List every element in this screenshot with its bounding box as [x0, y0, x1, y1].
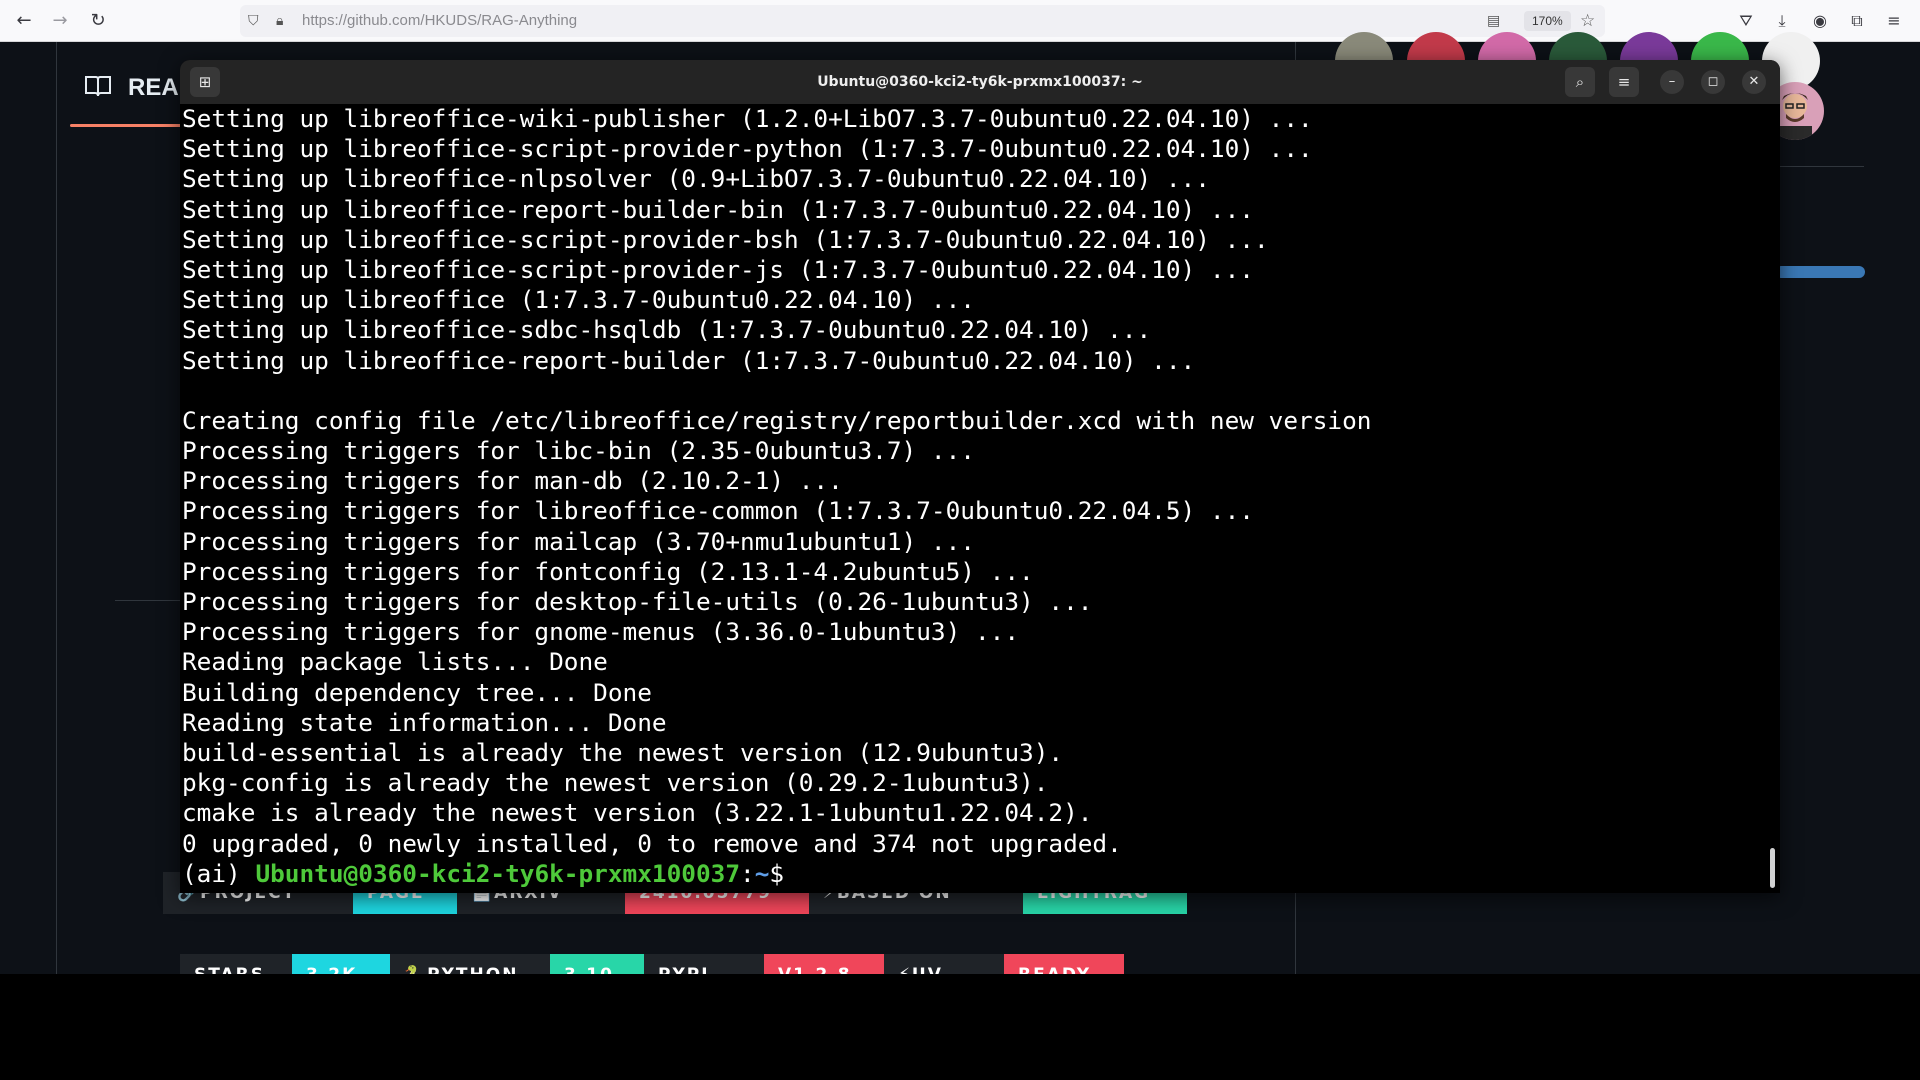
- shield-icon[interactable]: ⛉: [248, 5, 259, 37]
- terminal-line: Setting up libreoffice-report-builder-bi…: [182, 194, 1254, 224]
- terminal-line: Processing triggers for libreoffice-comm…: [182, 496, 1254, 526]
- terminal-line: cmake is already the newest version (3.2…: [182, 798, 1093, 828]
- terminal-line: Processing triggers for libc-bin (2.35-0…: [182, 436, 975, 466]
- hamburger-menu-icon[interactable]: ≡: [1609, 67, 1639, 97]
- forward-arrow-icon[interactable]: →: [48, 9, 72, 33]
- readme-tab-underline: [70, 124, 190, 127]
- terminal-line: Reading package lists... Done: [182, 647, 608, 677]
- lock-icon[interactable]: 🔒︎: [276, 5, 283, 37]
- terminal-line: Setting up libreoffice-wiki-publisher (1…: [182, 104, 1313, 133]
- zoom-level-badge[interactable]: 170%: [1524, 11, 1571, 31]
- terminal-line: Creating config file /etc/libreoffice/re…: [182, 405, 1372, 435]
- browser-toolbar: ← → ↻ ⛉ 🔒︎ https://github.com/HKUDS/RAG-…: [0, 0, 1920, 42]
- terminal-line: Processing triggers for gnome-menus (3.3…: [182, 617, 1020, 647]
- screen-bottom-area: [0, 974, 1920, 1080]
- prompt-path: ~: [754, 858, 770, 888]
- url-text[interactable]: https://github.com/HKUDS/RAG-Anything: [302, 5, 577, 37]
- terminal-line: pkg-config is already the newest version…: [182, 768, 1049, 798]
- search-icon[interactable]: ⌕: [1565, 67, 1595, 97]
- menu-icon[interactable]: ≡: [1882, 9, 1906, 33]
- terminal-headerbar[interactable]: ⊞ Ubuntu@0360-kci2-ty6k-prxmx100037: ~ ⌕…: [180, 60, 1780, 104]
- terminal-window[interactable]: ⊞ Ubuntu@0360-kci2-ty6k-prxmx100037: ~ ⌕…: [180, 60, 1780, 893]
- terminal-line: Setting up libreoffice-nlpsolver (0.9+Li…: [182, 164, 1210, 194]
- prompt-separator: :: [740, 858, 755, 888]
- terminal-line: Processing triggers for desktop-file-uti…: [182, 587, 1093, 616]
- terminal-line: Setting up libreoffice-sdbc-hsqldb (1:7.…: [182, 315, 1152, 345]
- terminal-line: Processing triggers for man-db (2.10.2-1…: [182, 466, 843, 496]
- extensions-icon[interactable]: ⧉: [1845, 9, 1869, 33]
- language-bar: [1775, 266, 1865, 278]
- prompt-user-host: Ubuntu@0360-kci2-ty6k-prxmx100037: [255, 858, 741, 888]
- terminal-line: Setting up libreoffice-script-provider-p…: [182, 134, 1313, 164]
- pocket-icon[interactable]: ⛛: [1734, 9, 1758, 33]
- terminal-line: build-essential is already the newest ve…: [182, 737, 1064, 767]
- back-arrow-icon[interactable]: ←: [12, 9, 36, 33]
- terminal-line: 0 upgraded, 0 newly installed, 0 to remo…: [182, 828, 1122, 858]
- maximize-icon[interactable]: ◻: [1701, 70, 1725, 94]
- terminal-line: Processing triggers for mailcap (3.70+nm…: [182, 526, 975, 556]
- divider: [115, 600, 180, 601]
- minimize-icon[interactable]: –: [1660, 70, 1684, 94]
- terminal-line: Setting up libreoffice-script-provider-b…: [182, 224, 1269, 254]
- terminal-title: Ubuntu@0360-kci2-ty6k-prxmx100037: ~: [817, 74, 1143, 90]
- divider: [1778, 166, 1864, 167]
- account-icon[interactable]: ◉: [1808, 9, 1832, 33]
- book-icon: [85, 76, 111, 97]
- prompt-symbol: $: [769, 858, 785, 888]
- terminal-line: Setting up libreoffice (1:7.3.7-0ubuntu0…: [182, 285, 975, 315]
- terminal-line: Setting up libreoffice-script-provider-j…: [182, 254, 1254, 284]
- terminal-scrollbar[interactable]: [1770, 848, 1775, 888]
- terminal-line: Processing triggers for fontconfig (2.13…: [182, 556, 1034, 586]
- prompt-env: (ai): [182, 858, 256, 888]
- download-icon[interactable]: ⤓: [1770, 9, 1794, 33]
- close-icon[interactable]: ✕: [1742, 70, 1766, 94]
- terminal-line: Building dependency tree... Done: [182, 677, 652, 707]
- reload-icon[interactable]: ↻: [86, 9, 110, 33]
- terminal-line: Setting up libreoffice-report-builder (1…: [182, 345, 1196, 375]
- url-bar[interactable]: ⛉ 🔒︎ https://github.com/HKUDS/RAG-Anythi…: [240, 5, 1605, 37]
- terminal-line: Reading state information... Done: [182, 707, 667, 737]
- terminal-output[interactable]: Setting up libreoffice-wiki-publisher (1…: [182, 104, 1762, 893]
- terminal-prompt[interactable]: (ai) Ubuntu@0360-kci2-ty6k-prxmx100037:~…: [182, 859, 1762, 889]
